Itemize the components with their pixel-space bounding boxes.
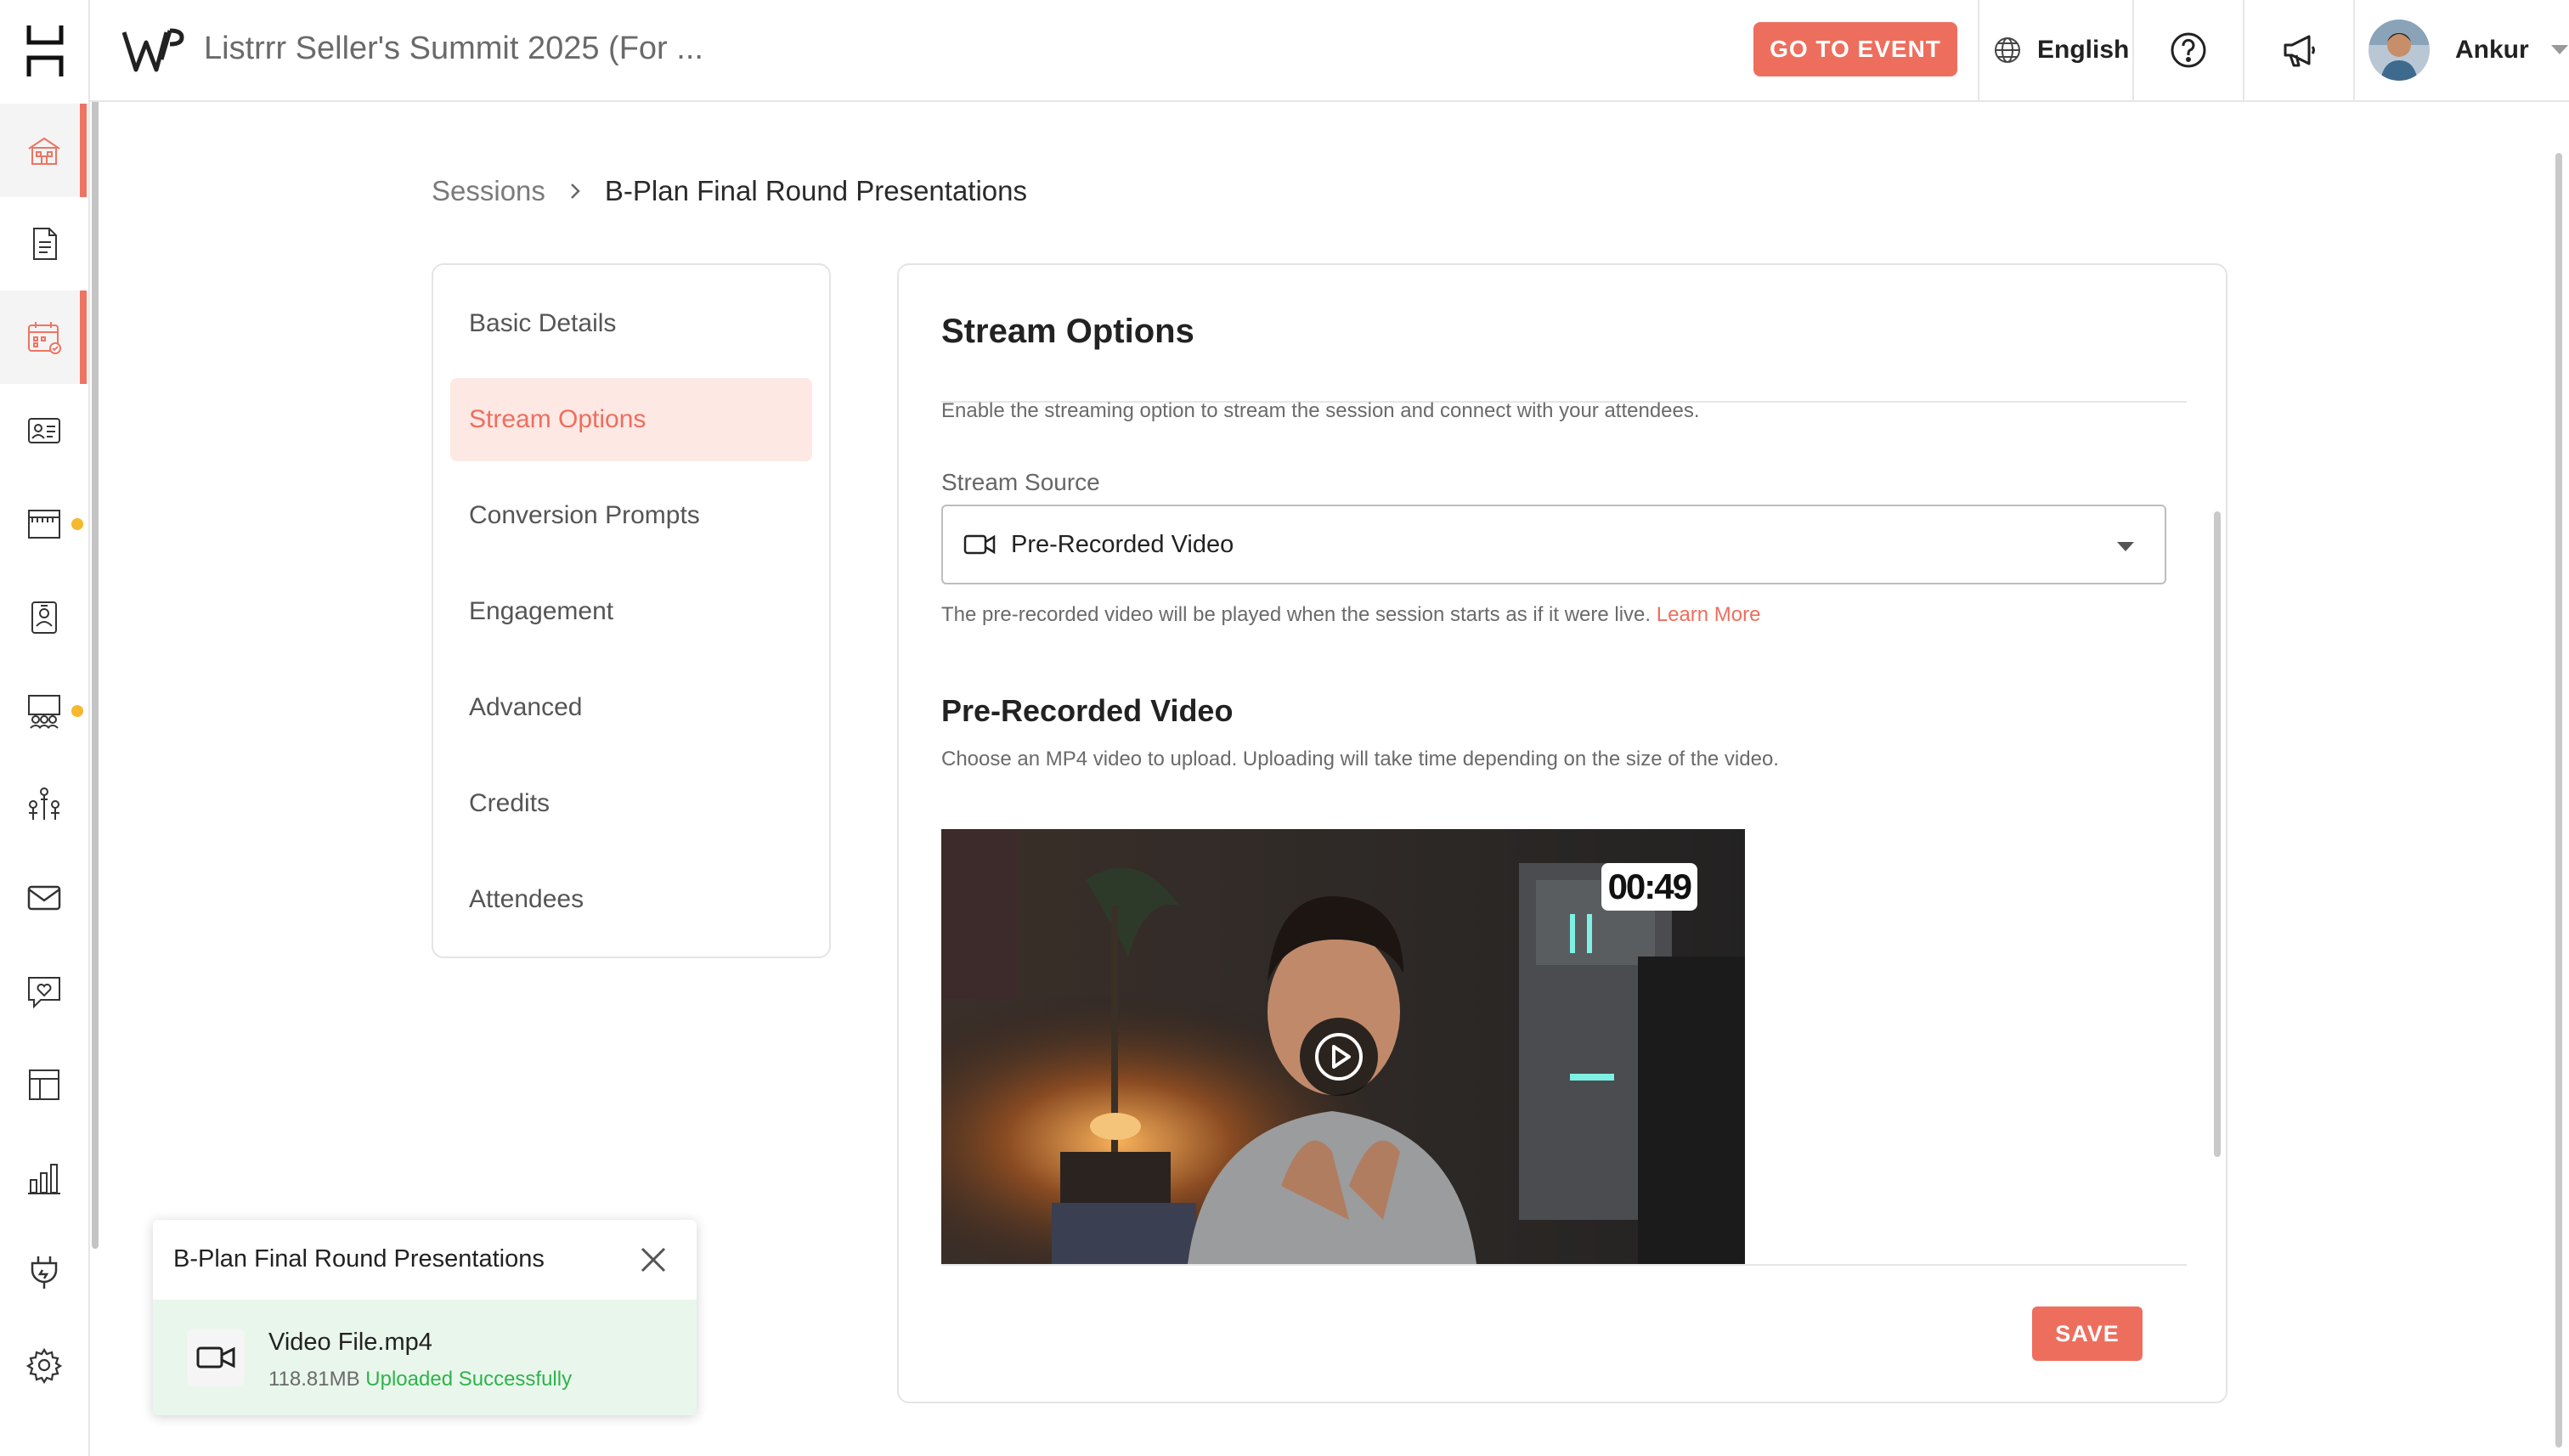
engagement-icon (28, 977, 60, 1009)
badge-icon (31, 601, 57, 634)
sidebar (0, 0, 90, 1456)
video-section-title: Pre-Recorded Video (941, 693, 1234, 728)
page-scrollbar[interactable] (2555, 153, 2562, 1448)
upload-toast: B-Plan Final Round Presentations Video F… (153, 1220, 697, 1415)
stream-options-panel: Stream Options Enable the streaming opti… (897, 263, 2227, 1403)
sidebar-item-documents[interactable] (0, 197, 88, 291)
layout-icon (29, 1069, 59, 1100)
sidebar-item-sessions[interactable] (0, 291, 88, 384)
help-icon (2171, 32, 2206, 68)
networking-icon (29, 787, 59, 820)
stream-source-label: Stream Source (941, 469, 1100, 495)
megaphone-icon (2284, 35, 2315, 67)
chevron-down-icon (2117, 542, 2134, 551)
uploaded-file-meta: 118.81MB Uploaded Successfully (268, 1368, 572, 1391)
sidebar-item-booths[interactable] (0, 477, 88, 571)
close-icon[interactable] (639, 1245, 668, 1274)
document-icon (33, 228, 57, 260)
file-icon-wrapper (187, 1329, 245, 1386)
stream-source-select[interactable]: Pre-Recorded Video (941, 505, 2166, 584)
tab-engagement[interactable]: Engagement (450, 570, 812, 653)
session-settings-nav: Basic Details Stream Options Conversion … (432, 263, 831, 958)
notification-dot (71, 705, 83, 717)
language-selector[interactable]: English (1993, 0, 2129, 100)
calendar-icon (28, 322, 61, 354)
avatar (2369, 20, 2430, 81)
app-root: Listrrr Seller's Summit 2025 (For ... GO… (0, 0, 2569, 1456)
app-logo[interactable] (0, 0, 90, 102)
play-icon[interactable] (1298, 1016, 1380, 1098)
help-button[interactable] (2134, 0, 2243, 100)
sidebar-item-networking[interactable] (0, 758, 88, 851)
panel-description: Enable the streaming option to stream th… (941, 399, 1700, 422)
sidebar-item-engagement[interactable] (0, 945, 88, 1038)
sidebar-item-integrations[interactable] (0, 1225, 88, 1318)
chevron-right-icon (571, 183, 580, 199)
home-icon (28, 137, 60, 165)
uploaded-file-size: 118.81MB (268, 1368, 360, 1391)
tab-stream-options[interactable]: Stream Options (450, 378, 812, 461)
divider (941, 1264, 2187, 1266)
upload-status: Uploaded Successfully (365, 1368, 573, 1391)
announcements-button[interactable] (2244, 0, 2353, 100)
upload-item: Video File.mp4 118.81MB Uploaded Success… (153, 1300, 697, 1415)
sidebar-item-layout[interactable] (0, 1038, 88, 1132)
chevron-down-icon (2550, 45, 2568, 54)
tab-attendees[interactable]: Attendees (450, 858, 812, 941)
brand-logo-icon[interactable] (122, 25, 185, 76)
tab-credits[interactable]: Credits (450, 762, 812, 845)
video-preview[interactable]: 00:49 (941, 829, 1745, 1264)
sidebar-item-stage[interactable] (0, 664, 88, 758)
event-title: Listrrr Seller's Summit 2025 (For ... (204, 31, 703, 66)
stream-source-value: Pre-Recorded Video (1011, 530, 1234, 558)
stream-source-helper: The pre-recorded video will be played wh… (941, 603, 1760, 627)
stage-icon (28, 695, 60, 729)
top-bar: Listrrr Seller's Summit 2025 (For ... GO… (90, 0, 2569, 102)
video-duration: 00:49 (1601, 863, 1697, 911)
sidebar-item-emails[interactable] (0, 851, 88, 945)
sidebar-item-analytics[interactable] (0, 1132, 88, 1225)
breadcrumb-current: B-Plan Final Round Presentations (604, 175, 1028, 206)
tab-advanced[interactable]: Advanced (450, 666, 812, 749)
user-menu[interactable]: Ankur (2369, 0, 2568, 100)
tab-conversion-prompts[interactable]: Conversion Prompts (450, 474, 812, 557)
video-camera-icon (196, 1346, 235, 1369)
integrations-icon (31, 1256, 58, 1289)
sidebar-item-registrations[interactable] (0, 384, 88, 477)
toast-title: B-Plan Final Round Presentations (173, 1245, 545, 1273)
tab-basic-details[interactable]: Basic Details (450, 282, 812, 365)
sidebar-item-home[interactable] (0, 104, 88, 197)
save-button[interactable]: SAVE (2032, 1306, 2143, 1361)
breadcrumb-sessions-link[interactable]: Sessions (432, 175, 545, 207)
panel-scrollbar[interactable] (2214, 511, 2221, 1157)
avatar-image (2369, 20, 2430, 81)
learn-more-link[interactable]: Learn More (1657, 603, 1761, 626)
sidebar-item-settings[interactable] (0, 1318, 88, 1412)
globe-icon (1995, 37, 2020, 63)
analytics-icon (28, 1164, 60, 1194)
app-logo-icon (26, 25, 64, 76)
id-card-icon (28, 418, 60, 443)
language-label: English (2037, 36, 2130, 64)
helper-text: The pre-recorded video will be played wh… (941, 603, 1652, 626)
video-section-description: Choose an MP4 video to upload. Uploading… (941, 748, 1779, 770)
divider (1978, 0, 1979, 100)
panel-title: Stream Options (941, 313, 1194, 350)
mail-icon (27, 885, 61, 911)
sidebar-item-badges[interactable] (0, 571, 88, 664)
uploaded-file-name: Video File.mp4 (268, 1329, 432, 1356)
go-to-event-button[interactable]: GO TO EVENT (1753, 22, 1957, 76)
video-camera-icon (963, 534, 996, 555)
user-name: Ankur (2455, 36, 2529, 64)
sidebar-scrollbar[interactable] (92, 7, 99, 1249)
notification-dot (71, 518, 83, 530)
booth-icon (28, 510, 60, 539)
breadcrumb: Sessions B-Plan Final Round Presentation… (432, 175, 1027, 207)
divider (2353, 0, 2355, 100)
settings-icon (25, 1347, 63, 1384)
